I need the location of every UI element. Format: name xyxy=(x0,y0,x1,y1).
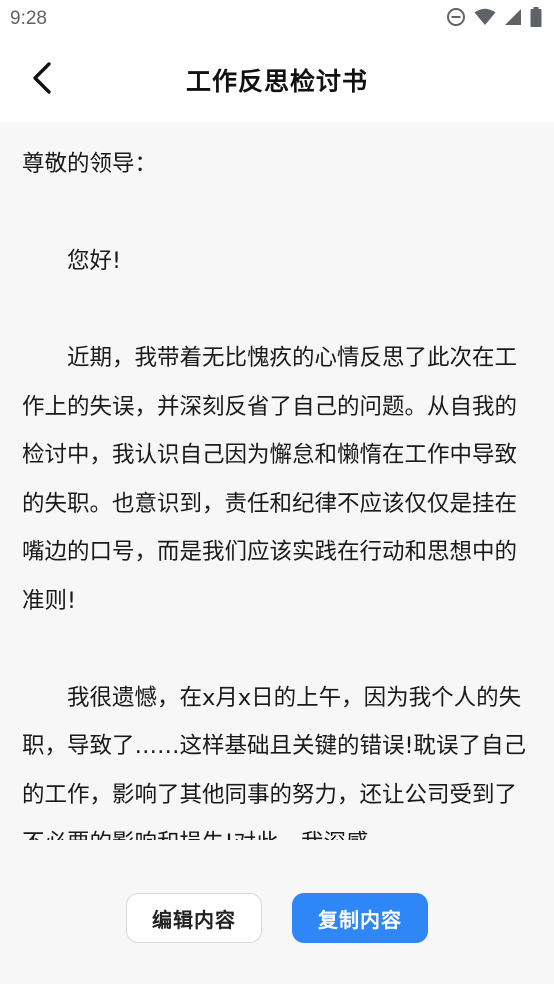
app-bar: 工作反思检讨书 xyxy=(0,40,554,122)
battery-icon xyxy=(530,7,542,31)
status-icons xyxy=(446,7,542,31)
edit-content-button[interactable]: 编辑内容 xyxy=(126,893,262,943)
status-bar: 9:28 xyxy=(0,0,554,40)
page-title: 工作反思检讨书 xyxy=(185,67,368,96)
document-greeting: 您好! xyxy=(67,248,122,274)
document-paragraph: 近期，我带着无比愧疚的心情反思了此次在工作上的失误，并深刻反省了自己的问题。从自… xyxy=(22,345,518,614)
status-time: 9:28 xyxy=(10,8,47,29)
document-content[interactable]: 尊敬的领导： 您好! 近期，我带着无比愧疚的心情反思了此次在工作上的失误，并深刻… xyxy=(0,122,554,840)
copy-content-button[interactable]: 复制内容 xyxy=(292,893,428,943)
document-salutation: 尊敬的领导： xyxy=(22,151,158,177)
document-paragraph: 我很遗憾，在x月x日的上午，因为我个人的失职，导致了……这样基础且关键的错误!耽… xyxy=(22,684,527,841)
document-text: 尊敬的领导： 您好! 近期，我带着无比愧疚的心情反思了此次在工作上的失误，并深刻… xyxy=(0,122,554,840)
wifi-icon xyxy=(474,8,496,30)
signal-icon xyxy=(504,8,522,30)
do-not-disturb-icon xyxy=(446,7,466,31)
bottom-action-bar: 编辑内容 复制内容 xyxy=(0,840,554,984)
